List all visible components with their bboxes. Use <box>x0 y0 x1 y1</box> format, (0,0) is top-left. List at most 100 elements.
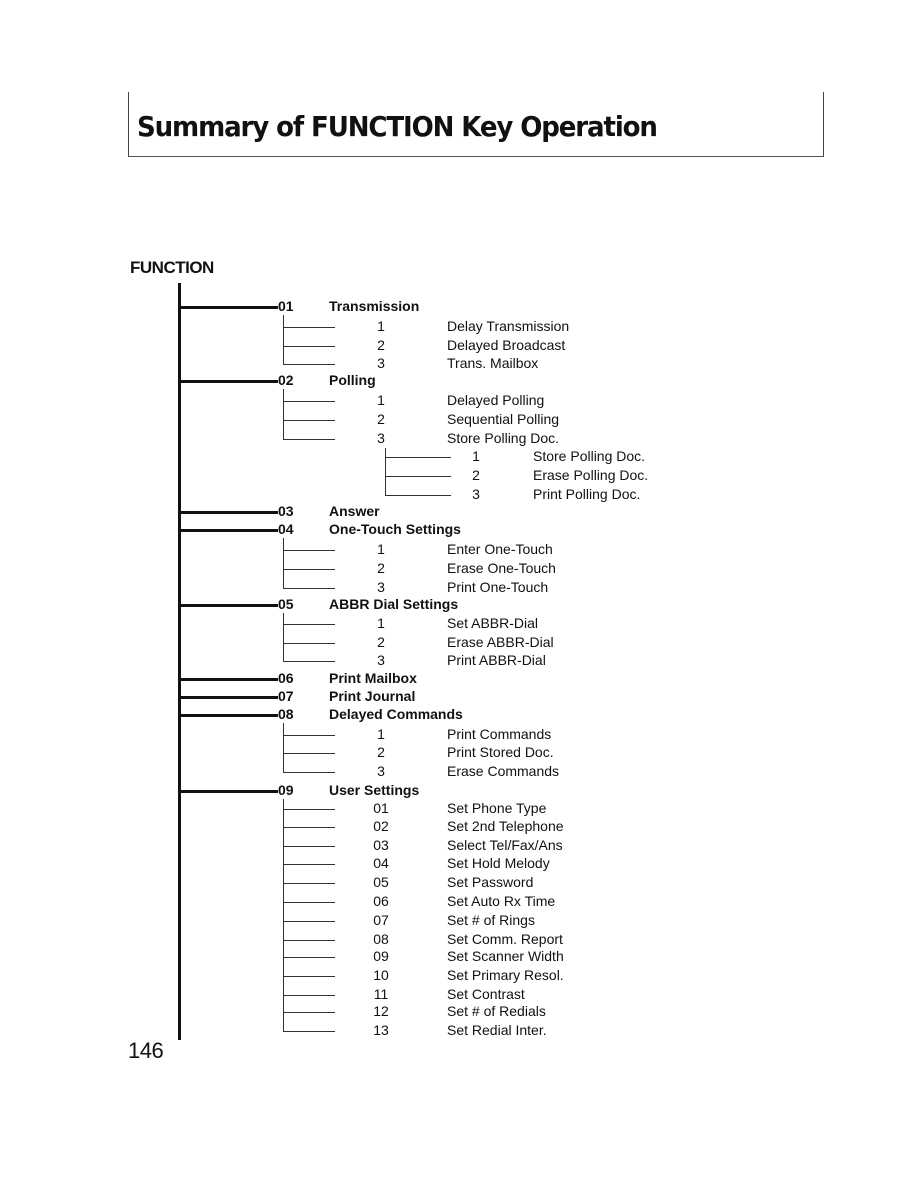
sub-item-label[interactable]: Delay Transmission <box>447 318 569 334</box>
sub-item-label[interactable]: Set Auto Rx Time <box>447 893 555 909</box>
function-code: 03 <box>278 503 294 519</box>
function-name[interactable]: Answer <box>329 503 380 519</box>
sub-item-label[interactable]: Delayed Broadcast <box>447 337 565 353</box>
sub-sub-item-number: 1 <box>472 448 480 464</box>
sub-item-label[interactable]: Set # of Rings <box>447 912 535 928</box>
sub-item-label[interactable]: Print Commands <box>447 726 551 742</box>
subtree-branch-line <box>283 809 335 810</box>
function-name[interactable]: Delayed Commands <box>329 706 463 722</box>
function-name[interactable]: User Settings <box>329 782 419 798</box>
sub-item-label[interactable]: Set Contrast <box>447 986 525 1002</box>
function-code: 07 <box>278 688 294 704</box>
subtree-branch-line <box>283 550 335 551</box>
sub-item-label[interactable]: Erase Commands <box>447 763 559 779</box>
tree-branch-line <box>178 511 278 514</box>
function-name[interactable]: Print Journal <box>329 688 415 704</box>
sub-sub-item-label[interactable]: Store Polling Doc. <box>533 448 645 464</box>
sub-sub-item-label[interactable]: Print Polling Doc. <box>533 486 640 502</box>
sub-item-number: 02 <box>373 818 389 834</box>
sub-item-label[interactable]: Set Scanner Width <box>447 948 564 964</box>
sub-sub-item-number: 2 <box>472 467 480 483</box>
sub-item-label[interactable]: Print Stored Doc. <box>447 744 554 760</box>
subtree-branch-line <box>385 495 451 496</box>
sub-item-number: 06 <box>373 893 389 909</box>
sub-item-number: 10 <box>373 967 389 983</box>
tree-branch-line <box>178 306 278 309</box>
subtree-vertical-line <box>385 448 386 495</box>
sub-item-label[interactable]: Store Polling Doc. <box>447 430 559 446</box>
subtree-branch-line <box>283 772 335 773</box>
sub-item-label[interactable]: Set # of Redials <box>447 1003 546 1019</box>
tree-trunk-line <box>178 283 181 1040</box>
sub-item-number: 08 <box>373 931 389 947</box>
function-label: FUNCTION <box>130 258 214 277</box>
sub-item-label[interactable]: Set Primary Resol. <box>447 967 564 983</box>
sub-item-number: 1 <box>377 392 385 408</box>
function-name[interactable]: One-Touch Settings <box>329 521 461 537</box>
sub-sub-item-number: 3 <box>472 486 480 502</box>
tree-branch-line <box>178 678 278 681</box>
sub-item-label[interactable]: Erase ABBR-Dial <box>447 634 554 650</box>
sub-item-label[interactable]: Set Phone Type <box>447 800 546 816</box>
subtree-branch-line <box>283 864 335 865</box>
subtree-branch-line <box>283 624 335 625</box>
sub-item-label[interactable]: Print ABBR-Dial <box>447 652 546 668</box>
subtree-vertical-line <box>283 799 284 1031</box>
function-code: 09 <box>278 782 294 798</box>
tree-branch-line <box>178 790 278 793</box>
subtree-branch-line <box>283 921 335 922</box>
subtree-vertical-line <box>283 538 284 588</box>
sub-item-label[interactable]: Erase One-Touch <box>447 560 556 576</box>
sub-item-number: 03 <box>373 837 389 853</box>
function-code: 02 <box>278 372 294 388</box>
sub-item-label[interactable]: Print One-Touch <box>447 579 548 595</box>
sub-item-label[interactable]: Delayed Polling <box>447 392 544 408</box>
sub-item-label[interactable]: Select Tel/Fax/Ans <box>447 837 563 853</box>
function-name[interactable]: Print Mailbox <box>329 670 417 686</box>
sub-item-label[interactable]: Set Redial Inter. <box>447 1022 547 1038</box>
subtree-branch-line <box>283 364 335 365</box>
function-name[interactable]: ABBR Dial Settings <box>329 596 458 612</box>
subtree-branch-line <box>283 883 335 884</box>
sub-item-number: 2 <box>377 560 385 576</box>
tree-branch-line <box>178 714 278 717</box>
sub-item-label[interactable]: Set 2nd Telephone <box>447 818 564 834</box>
subtree-vertical-line <box>283 613 284 661</box>
tree-branch-line <box>178 529 278 532</box>
subtree-branch-line <box>283 995 335 996</box>
sub-item-number: 2 <box>377 411 385 427</box>
sub-item-label[interactable]: Set Hold Melody <box>447 855 550 871</box>
sub-item-label[interactable]: Set Password <box>447 874 533 890</box>
sub-item-label[interactable]: Set Comm. Report <box>447 931 563 947</box>
subtree-branch-line <box>283 439 335 440</box>
subtree-branch-line <box>283 661 335 662</box>
sub-item-number: 12 <box>373 1003 389 1019</box>
subtree-branch-line <box>283 735 335 736</box>
sub-item-number: 04 <box>373 855 389 871</box>
sub-item-number: 13 <box>373 1022 389 1038</box>
subtree-branch-line <box>283 588 335 589</box>
sub-item-number: 3 <box>377 355 385 371</box>
sub-item-label[interactable]: Set ABBR-Dial <box>447 615 538 631</box>
sub-item-label[interactable]: Trans. Mailbox <box>447 355 538 371</box>
subtree-branch-line <box>283 957 335 958</box>
subtree-branch-line <box>283 346 335 347</box>
subtree-branch-line <box>283 1012 335 1013</box>
sub-item-number: 1 <box>377 726 385 742</box>
subtree-branch-line <box>385 457 451 458</box>
sub-item-label[interactable]: Sequential Polling <box>447 411 559 427</box>
sub-item-number: 3 <box>377 430 385 446</box>
sub-item-number: 05 <box>373 874 389 890</box>
subtree-branch-line <box>283 420 335 421</box>
subtree-branch-line <box>283 902 335 903</box>
function-name[interactable]: Transmission <box>329 298 419 314</box>
sub-item-number: 11 <box>373 986 389 1002</box>
sub-item-label[interactable]: Enter One-Touch <box>447 541 553 557</box>
subtree-branch-line <box>283 401 335 402</box>
function-name[interactable]: Polling <box>329 372 376 388</box>
function-code: 05 <box>278 596 294 612</box>
sub-item-number: 09 <box>373 948 389 964</box>
subtree-branch-line <box>283 940 335 941</box>
sub-sub-item-label[interactable]: Erase Polling Doc. <box>533 467 648 483</box>
tree-branch-line <box>178 696 278 699</box>
